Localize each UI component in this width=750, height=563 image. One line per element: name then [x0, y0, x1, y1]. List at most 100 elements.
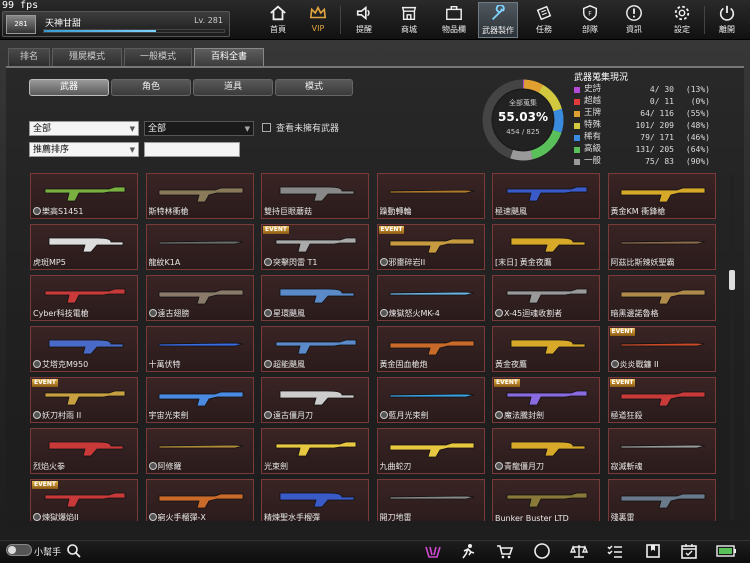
calendar-icon[interactable] [680, 543, 698, 559]
weapon-name-text: 阿修羅 [157, 462, 182, 471]
weapon-card[interactable]: 宇宙光束劍 [145, 377, 254, 423]
nav-alerts[interactable]: 提醒 [344, 2, 384, 38]
weapon-card[interactable]: EVENT 極道狂殺 [607, 377, 716, 423]
subtab-items[interactable]: 道具 [193, 79, 273, 96]
sort-select[interactable]: 推薦排序 ▼ [29, 142, 139, 157]
weapon-card[interactable]: 雙持巨眼蘑菇 [261, 173, 369, 219]
nav-weapon-craft[interactable]: 武器製作 [478, 2, 518, 38]
weapon-card[interactable]: EVENT 煉獄爆焰II [30, 479, 138, 521]
weapon-card[interactable]: 樂高S1451 [30, 173, 138, 219]
weapon-card[interactable]: 極速颶風 [492, 173, 600, 219]
tab-encyclopedia[interactable]: 百科全書 [194, 48, 264, 66]
weapon-card[interactable]: 龍紋K1A [145, 224, 254, 270]
weapon-name-text: 躁動轉輪 [379, 207, 412, 216]
scrollbar-track[interactable] [730, 175, 734, 520]
weapon-rack-icon[interactable] [424, 543, 442, 559]
bottom-bar [0, 540, 750, 563]
nav-exit[interactable]: 離開 [707, 2, 747, 38]
weapon-card[interactable]: 躁動轉輪 [376, 173, 485, 219]
nav-label: 提醒 [356, 25, 372, 34]
weapon-card[interactable]: 寂滅斬魂 [607, 428, 716, 474]
weapon-image [44, 288, 126, 304]
weapon-card[interactable]: 開刀地雷 [376, 479, 485, 521]
nav-shop[interactable]: 商城 [389, 2, 429, 38]
rarity-count: 101/ 209 [635, 121, 674, 130]
weapon-card[interactable]: 遠古翅膀 [145, 275, 254, 321]
gear-icon [33, 411, 41, 419]
nav-divider [340, 6, 341, 34]
weapon-card[interactable]: 青龍僵月刀 [492, 428, 600, 474]
stats-row: 稀有 79/ 171 (46%) [572, 132, 712, 143]
weapon-card[interactable]: 九曲蛇刃 [376, 428, 485, 474]
weapon-card[interactable]: EVENT 炎炎戰鐮 II [607, 326, 716, 372]
helper-toggle[interactable] [6, 544, 32, 556]
weapon-card[interactable]: 遠古僵月刀 [261, 377, 369, 423]
player-profile[interactable]: 281 天神甘甜 Lv. 281 [2, 11, 230, 37]
nav-label: 資訊 [626, 25, 642, 34]
weapon-card[interactable]: 超能颶風 [261, 326, 369, 372]
weapon-card[interactable]: 光束劍 [261, 428, 369, 474]
compass-icon[interactable] [533, 543, 551, 559]
nav-missions[interactable]: 任務 [524, 2, 564, 38]
subtab-modes[interactable]: 模式 [275, 79, 353, 96]
category-select[interactable]: 全部 ▼ [29, 121, 139, 136]
weapon-card[interactable]: 烈焰火拳 [30, 428, 138, 474]
weapon-card[interactable]: 暗黑邊諾魯格 [607, 275, 716, 321]
weapon-card[interactable]: 阿修羅 [145, 428, 254, 474]
nav-vip[interactable]: VIP [298, 2, 338, 38]
weapon-shape [510, 441, 586, 457]
subtab-weapons[interactable]: 武器 [29, 79, 109, 96]
weapon-name: 窮火手榴彈-X [148, 512, 253, 521]
weapon-card[interactable]: EVENT 魔法騰封劍 [492, 377, 600, 423]
weapon-card[interactable]: 殘裏雷 [607, 479, 716, 521]
nav-home[interactable]: 首頁 [258, 2, 298, 38]
gear-icon [495, 309, 503, 317]
weapon-card[interactable]: 黃金KM 衝鋒槍 [607, 173, 716, 219]
running-icon[interactable] [459, 543, 477, 559]
owned-only-checkbox[interactable] [262, 123, 271, 132]
weapon-card[interactable]: Bunker Buster LTD [492, 479, 600, 521]
weapon-card[interactable]: 虎斑MP5 [30, 224, 138, 270]
bookmark-icon[interactable] [644, 543, 662, 559]
weapon-card[interactable]: 斯特林衝槍 [145, 173, 254, 219]
event-badge: EVENT [609, 379, 636, 387]
weapon-shape [506, 390, 588, 406]
weapon-card[interactable]: EVENT 突擊閃雷 T1 [261, 224, 369, 270]
nav-info[interactable]: 資訊 [614, 2, 654, 38]
weapon-card[interactable]: 星環颶風 [261, 275, 369, 321]
event-badge: EVENT [494, 379, 520, 387]
weapon-card[interactable]: 黃金夜鷹 [492, 326, 600, 372]
checklist-icon[interactable] [606, 543, 624, 559]
subcategory-select[interactable]: 全部 ▼ [144, 121, 254, 136]
weapon-card[interactable]: 艾塔克M950 [30, 326, 138, 372]
weapon-card[interactable]: 黃金固血槍炮 [376, 326, 485, 372]
weapon-name: 煉獄怒火MK-4 [379, 308, 484, 319]
tab-normal-mode[interactable]: 一般模式 [124, 48, 192, 66]
weapon-shape [620, 187, 705, 203]
weapon-shape [620, 493, 705, 509]
scale-icon[interactable] [570, 543, 588, 559]
search-icon[interactable] [66, 543, 82, 558]
weapon-card[interactable]: Cyber科技電槍 [30, 275, 138, 321]
cart-icon[interactable] [496, 543, 514, 559]
weapon-card[interactable]: 阿茲比斯辣妖聖霸 [607, 224, 716, 270]
search-input[interactable] [144, 142, 240, 157]
nav-settings[interactable]: 設定 [662, 2, 702, 38]
nav-inventory[interactable]: 物品欄 [434, 2, 474, 38]
weapon-card[interactable]: [末日] 黃金夜鷹 [492, 224, 600, 270]
weapon-card[interactable]: EVENT 妖刀村雨 II [30, 377, 138, 423]
tab-zombie-mode[interactable]: 殭屍模式 [52, 48, 122, 66]
weapon-card[interactable]: EVENT 邪靈碎岩II [376, 224, 485, 270]
weapon-card[interactable]: 精煉聖水手榴彈 [261, 479, 369, 521]
weapon-card[interactable]: 窮火手榴彈-X [145, 479, 254, 521]
subtab-characters[interactable]: 角色 [111, 79, 191, 96]
stats-row: 特殊 101/ 209 (48%) [572, 120, 712, 131]
tab-ranking[interactable]: 排名 [8, 48, 50, 66]
weapon-card[interactable]: X-45迴魂收割者 [492, 275, 600, 321]
scrollbar-thumb[interactable] [729, 270, 735, 290]
weapon-card[interactable]: 煉獄怒火MK-4 [376, 275, 485, 321]
weapon-card[interactable]: 十萬伏特 [145, 326, 254, 372]
nav-clan[interactable]: F 部隊 [570, 2, 610, 38]
weapon-name: 殘裏雷 [611, 512, 715, 521]
weapon-card[interactable]: 藍月光束劍 [376, 377, 485, 423]
